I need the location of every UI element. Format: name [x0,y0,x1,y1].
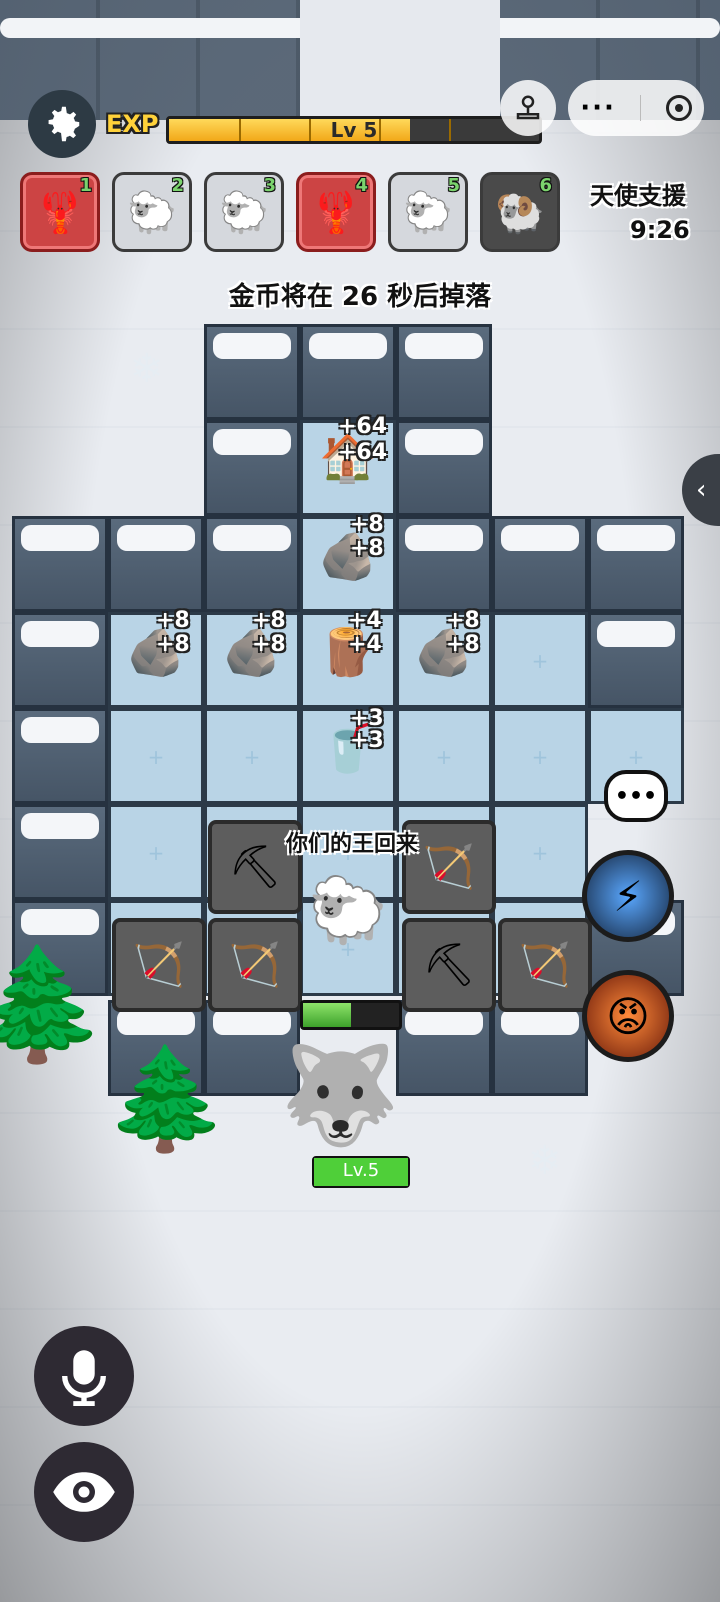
unit-slot[interactable]: 🐏 6 [480,172,560,252]
yield-text: +8 [350,536,384,561]
player-sheep-icon: 🐑 [308,873,388,948]
stone-wall-tile [492,1000,588,1096]
speech-text: 你们的王回来 [286,832,419,857]
stone-wall-tile [588,516,684,612]
yield-text: +8 [446,632,480,657]
slot-number: 2 [171,175,184,196]
ice-floor-tile[interactable] [204,708,300,804]
capsule-divider [640,95,642,121]
yield-text: +8 [446,608,480,633]
enemy-level-bar: Lv.5 [312,1156,410,1188]
slot-number: 1 [79,175,92,196]
yield-text: +8 [252,608,286,633]
slot-number: 5 [447,175,460,196]
snowflake-icon: ❄ [528,1138,562,1184]
chat-icon: ••• [614,783,658,809]
yield-text: +8 [156,608,190,633]
stone-wall-tile [204,420,300,516]
microphone-icon [62,1350,106,1406]
rage-face-icon: 😡 [606,991,650,1041]
unit-slot[interactable]: 🦞 4 [296,172,376,252]
player-hp-fill [303,1003,351,1027]
exp-label: EXP [106,110,159,138]
yield-text: +4 [348,632,382,657]
stone-wall-tile [12,516,108,612]
more-icon[interactable]: ··· [580,93,616,123]
yield-text: +3 [350,728,384,753]
ice-floor-tile[interactable] [492,612,588,708]
rage-skill-button[interactable]: 😡 [582,970,674,1062]
unit-slot[interactable]: 🐑 5 [388,172,468,252]
angel-support-label[interactable]: 天使支援 [590,176,686,211]
demon-sheep-icon: 🐏 [495,189,545,236]
coin-drop-message: 金币将在 26 秒后掉落 [228,282,492,312]
stone-wall-tile [492,516,588,612]
stone-wall-tile [12,612,108,708]
level-text: Lv 5 [330,118,378,142]
yield-text: +8 [156,632,190,657]
stone-wall-tile [108,516,204,612]
crossbow-weapon-icon[interactable]: 🏹 [112,918,206,1012]
close-miniprogram-icon[interactable] [665,95,692,121]
top-wall-gap [300,0,500,120]
unit-slot[interactable]: 🦞 1 [20,172,100,252]
yield-text: +64 [338,440,388,465]
wolf-enemy-icon: 🐺 [280,1038,400,1151]
crossbow-weapon-icon[interactable]: 🏹 [498,918,592,1012]
joystick-button[interactable] [500,80,556,136]
unit-slots: 🦞 1 🐑 2 🐑 3 🦞 4 🐑 5 🐏 6 [20,172,560,252]
view-button[interactable] [34,1442,134,1542]
stone-wall-tile [396,420,492,516]
yield-text: +4 [348,608,382,633]
yield-text: +8 [252,632,286,657]
gear-icon [48,106,80,142]
exp-bar: Lv 5 [166,116,542,144]
snowflake-icon: ❄ [130,346,164,392]
slot-number: 4 [355,175,368,196]
ice-floor-tile[interactable] [492,708,588,804]
ice-floor-tile[interactable] [108,708,204,804]
chevron-left-icon: ‹ [696,475,707,505]
chef-sheep-icon: 🐑 [403,189,453,236]
player-hp-bar [300,1000,402,1030]
ice-floor-tile[interactable] [396,708,492,804]
unit-slot[interactable]: 🐑 2 [112,172,192,252]
pine-tree-icon: 🌲 [104,1040,229,1157]
stone-wall-tile [396,324,492,420]
settings-button[interactable] [28,90,96,158]
stone-wall-tile [204,324,300,420]
unit-slot[interactable]: 🐑 3 [204,172,284,252]
eye-icon [53,1472,115,1512]
arrow-weapon-icon[interactable]: 🏹 [208,918,302,1012]
yield-text: +64 [338,414,388,439]
enemy-level-text: Lv.5 [342,1160,380,1181]
voice-button[interactable] [34,1326,134,1426]
stone-wall-tile [204,516,300,612]
lightning-skill-button[interactable]: ⚡ [582,850,674,942]
stone-wall-tile [300,324,396,420]
claw-icon: 🦞 [35,189,85,236]
chat-bubble-button[interactable]: ••• [604,770,668,822]
angel-support-timer: 9:26 [630,216,690,244]
yield-text: +8 [350,512,384,537]
ice-floor-tile[interactable] [492,804,588,900]
slot-number: 6 [539,175,552,196]
jiangshi-sheep-icon: 🐑 [219,189,269,236]
miniprogram-capsule: ··· [568,80,704,136]
lightning-icon: ⚡ [613,871,643,921]
ice-floor-tile[interactable] [108,804,204,900]
claw-icon: 🦞 [311,189,361,236]
stone-wall-tile [12,804,108,900]
pickaxe-weapon-icon[interactable]: ⛏ [402,918,496,1012]
sheep-icon: 🐑 [127,189,177,236]
joystick-icon [516,95,540,120]
stone-wall-tile [588,612,684,708]
pine-tree-icon: 🌲 [0,940,107,1068]
stone-wall-tile [12,708,108,804]
stone-wall-tile [396,516,492,612]
slot-number: 3 [263,175,276,196]
